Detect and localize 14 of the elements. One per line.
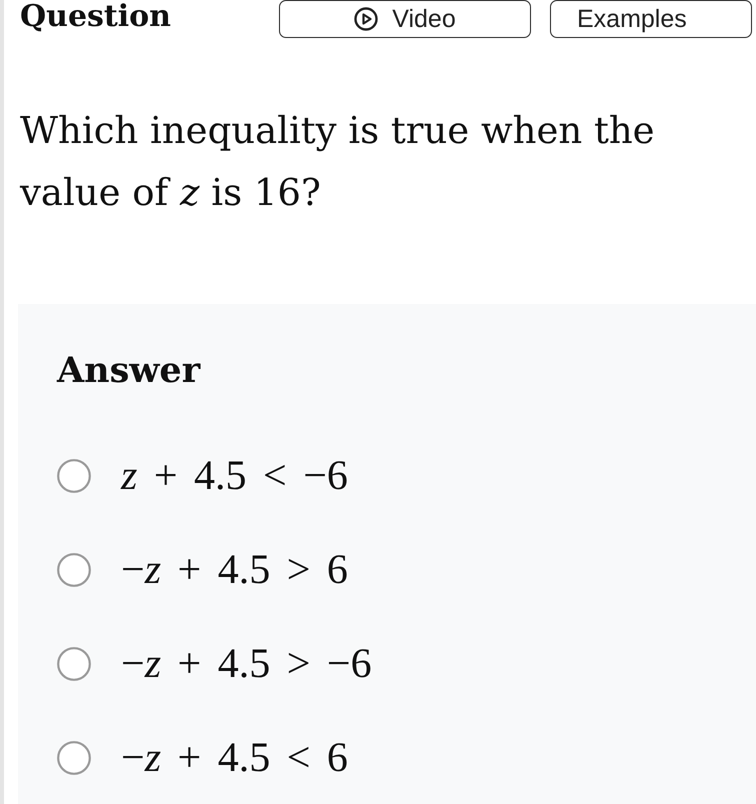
radio-button[interactable] (57, 647, 91, 681)
answer-option-text: −z + 4.5 < 6 (121, 736, 348, 780)
play-icon (354, 7, 378, 31)
answer-heading: Answer (57, 349, 202, 393)
radio-button[interactable] (57, 459, 91, 493)
examples-button[interactable]: Examples (550, 0, 752, 38)
radio-button[interactable] (57, 741, 91, 775)
question-text: Which inequality is true when the value of z is 16? (20, 108, 656, 216)
video-button[interactable]: Video (279, 0, 531, 38)
answer-option-text: −z + 4.5 > 6 (121, 548, 348, 592)
section-title: Question (20, 0, 172, 34)
radio-button[interactable] (57, 553, 91, 587)
answer-option-text: −z + 4.5 > −6 (121, 642, 372, 686)
answer-option-text: z + 4.5 < −6 (121, 454, 348, 498)
